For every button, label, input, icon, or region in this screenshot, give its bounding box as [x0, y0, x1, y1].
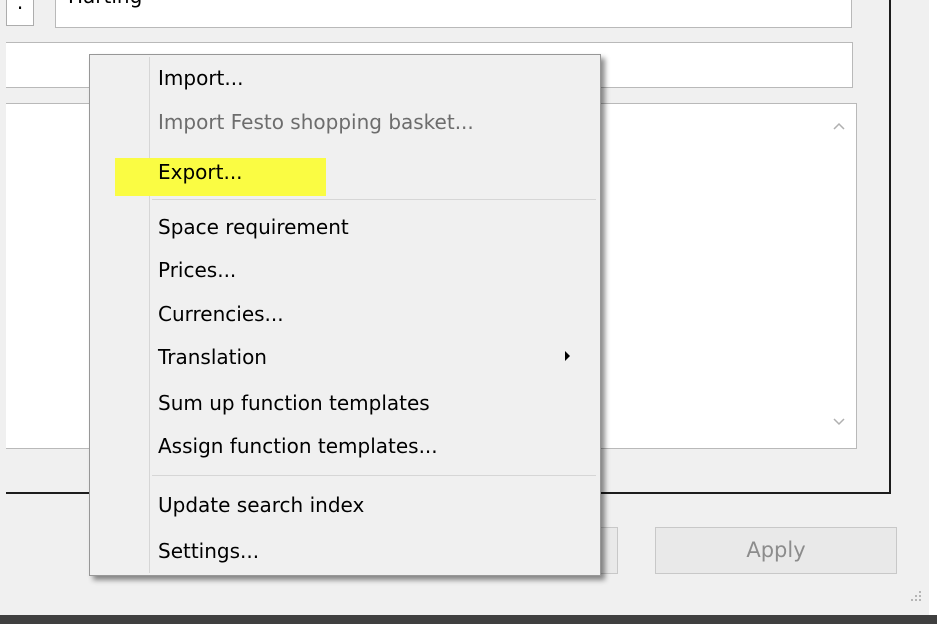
menu-item-sum-up-function-templates[interactable]: Sum up function templates: [158, 383, 430, 423]
apply-button[interactable]: Apply: [655, 527, 897, 574]
menu-item-assign-function-templates[interactable]: Assign function templates...: [158, 426, 438, 466]
taskbar-edge: [0, 615, 937, 624]
menu-item-update-search-index[interactable]: Update search index: [158, 485, 364, 525]
menu-item-import-festo-basket[interactable]: Import Festo shopping basket...: [158, 102, 474, 142]
menu-separator: [152, 199, 596, 200]
menu-item-import[interactable]: Import...: [158, 58, 243, 98]
manufacturer-field[interactable]: Harting: [55, 0, 852, 28]
menu-item-settings[interactable]: Settings...: [158, 531, 259, 571]
menu-item-currencies[interactable]: Currencies...: [158, 294, 284, 334]
menu-separator: [152, 475, 596, 476]
menu-item-export[interactable]: Export...: [158, 152, 243, 192]
browse-button[interactable]: ·: [6, 0, 34, 26]
resize-grip-icon[interactable]: [910, 590, 922, 602]
menu-gutter: [149, 57, 150, 573]
menu-item-prices[interactable]: Prices...: [158, 250, 236, 290]
manufacturer-value: Harting: [68, 0, 142, 8]
chevron-down-icon[interactable]: [830, 416, 848, 430]
window-edge: [929, 0, 937, 615]
submenu-arrow-icon: [565, 351, 570, 361]
menu-item-space-requirement[interactable]: Space requirement: [158, 207, 349, 247]
vertical-scrollbar[interactable]: [820, 104, 856, 448]
chevron-up-icon[interactable]: [830, 120, 848, 134]
menu-item-translation[interactable]: Translation: [158, 337, 267, 377]
context-menu: Import... Import Festo shopping basket..…: [89, 54, 601, 576]
